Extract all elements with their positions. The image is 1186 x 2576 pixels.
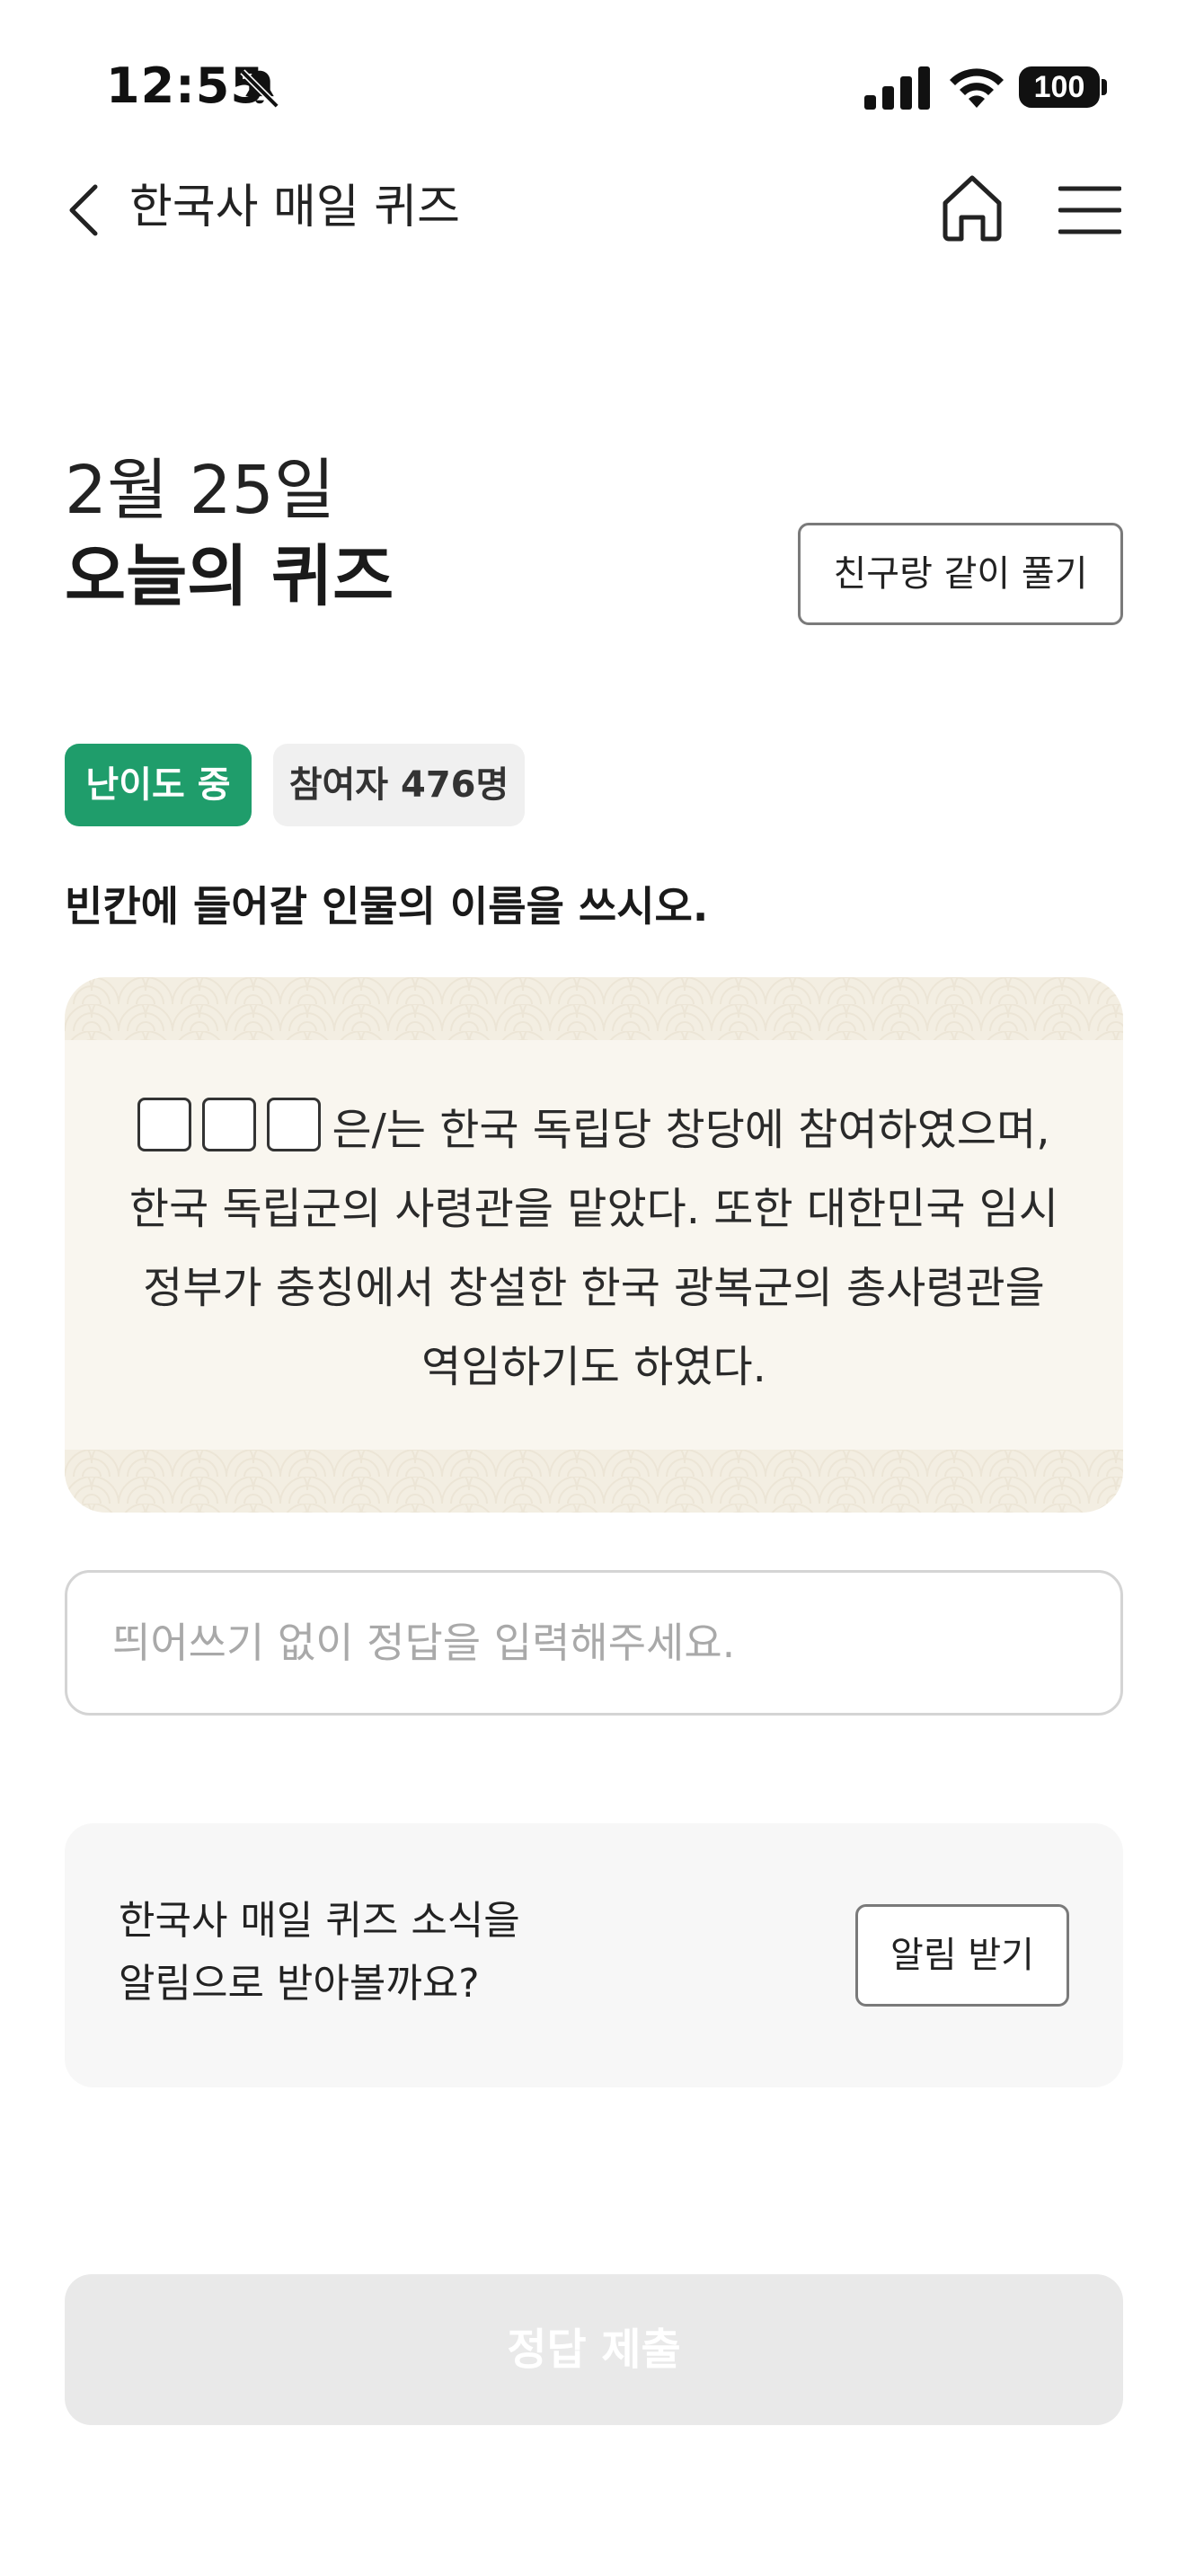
quiz-date: 2월 25일: [65, 452, 335, 529]
notification-card: 한국사 매일 퀴즈 소식을 알림으로 받아볼까요? 알림 받기: [65, 1823, 1123, 2087]
question-instruction: 빈칸에 들어갈 인물의 이름을 쓰시오.: [65, 882, 709, 931]
question-text: 은/는 한국 독립당 창당에 참여하였으며, 한국 독립군의 사령관을 맡았다.…: [119, 1090, 1069, 1407]
status-bar: 12:55 100: [0, 0, 1186, 171]
participants-badge: 참여자 476명: [273, 744, 525, 826]
bell-off-icon: [240, 69, 279, 109]
notification-line-1: 한국사 매일 퀴즈 소식을: [119, 1898, 520, 1944]
back-chevron-icon[interactable]: [63, 181, 106, 239]
page-title: 오늘의 퀴즈: [65, 538, 394, 615]
notification-line-2: 알림으로 받아볼까요?: [119, 1961, 480, 2007]
question-card: 은/는 한국 독립당 창당에 참여하였으며, 한국 독립군의 사령관을 맡았다.…: [65, 977, 1123, 1513]
notification-text: 한국사 매일 퀴즈 소식을 알림으로 받아볼까요?: [119, 1890, 520, 2016]
battery-tip: [1102, 79, 1107, 95]
home-icon[interactable]: [940, 172, 1005, 243]
blank-box: [267, 1098, 322, 1151]
difficulty-badge: 난이도 중: [65, 744, 252, 826]
quiz-page: 12:55 100 한국사 매일 퀴즈 2월 25일 오늘의 퀴즈 친구랑 같이…: [0, 0, 1186, 2576]
wave-pattern-bottom: [65, 1450, 1123, 1513]
submit-answer-button[interactable]: 정답 제출: [65, 2274, 1123, 2425]
solve-with-friend-button[interactable]: 친구랑 같이 풀기: [798, 523, 1123, 625]
blank-box: [202, 1098, 257, 1151]
answer-input[interactable]: [65, 1570, 1123, 1716]
menu-icon[interactable]: [1058, 183, 1121, 237]
nav-title: 한국사 매일 퀴즈: [129, 181, 460, 234]
blank-box: [137, 1098, 192, 1151]
battery-icon: 100: [1019, 66, 1100, 108]
signal-icon: [864, 66, 930, 110]
wave-pattern-top: [65, 977, 1123, 1040]
wifi-icon: [950, 68, 1004, 108]
notification-subscribe-button[interactable]: 알림 받기: [855, 1904, 1069, 2007]
